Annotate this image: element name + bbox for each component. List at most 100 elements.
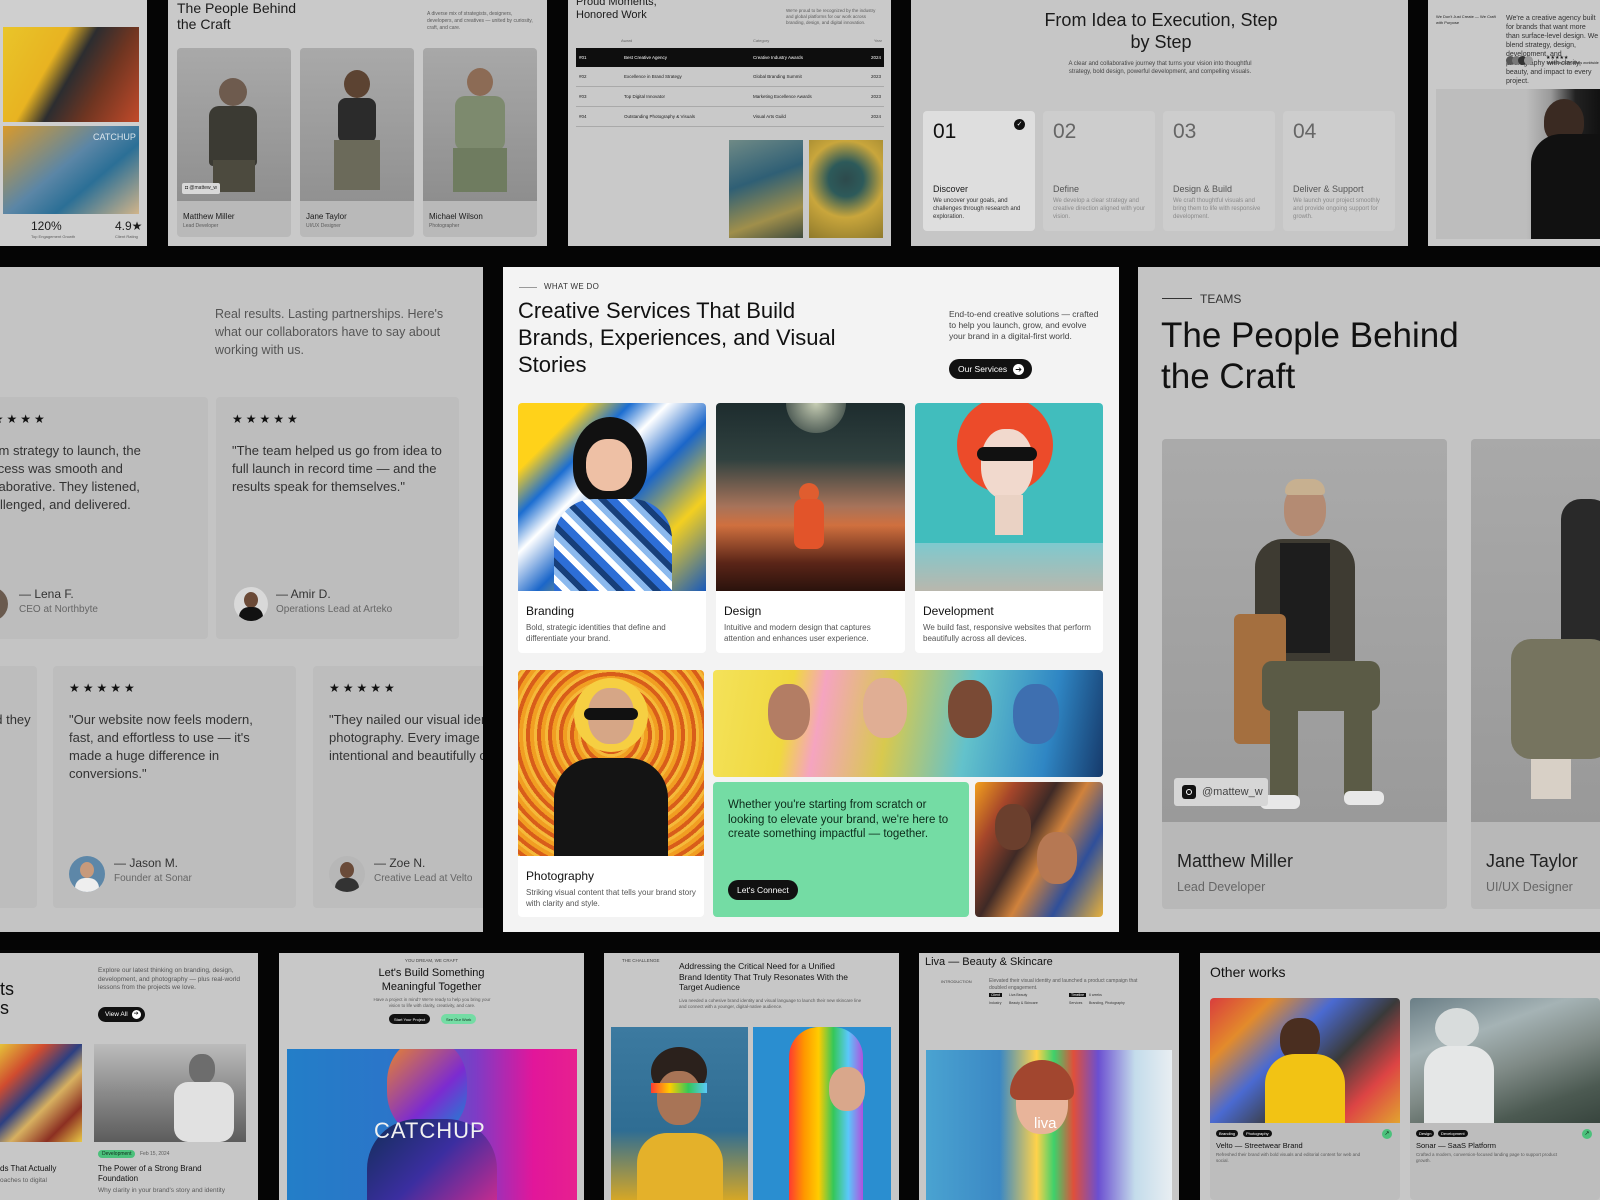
start-project-button[interactable]: Start Your Project [389,1014,431,1024]
instagram-badge[interactable]: @mattew_w [1174,778,1268,806]
challenge-image [753,1027,891,1200]
member-role: Lead Developer [183,223,219,229]
step-desc: We develop a clear strategy and creative… [1053,198,1146,221]
step-number: 01 [933,120,957,143]
see-work-button[interactable]: See Our Work [441,1014,477,1024]
team-card[interactable]: Jane Taylor UI/UX Designer [1471,439,1600,909]
collage-image [975,782,1103,917]
rating-stars: ★★★★★ [69,681,138,695]
process-step-card[interactable]: 01 ✓ Discover We uncover your goals, and… [923,111,1035,231]
lets-connect-button[interactable]: Let's Connect [728,880,798,900]
step-number: 02 [1053,120,1077,143]
testimonial-role: Operations Lead at Arteko [276,604,393,615]
table-row[interactable]: #02 Excellence in Brand Strategy Global … [576,67,884,87]
section-desc: Liva needed a cohesive brand identity an… [679,998,862,1010]
section-eyebrow: WHAT WE DO [544,282,600,291]
blog-tag: Development [98,1150,136,1158]
external-link-icon[interactable]: ↗ [1582,1129,1592,1139]
page-title: Other works [1210,964,1286,980]
section-desc: Elevated their visual identity and launc… [989,978,1138,991]
instagram-badge[interactable]: ◘ @mattew_w [182,183,220,194]
external-link-icon[interactable]: ↗ [1382,1129,1392,1139]
work-tag: Branding [1216,1130,1239,1137]
blog-date: Feb 15, 2024 [140,1151,170,1157]
member-name: Michael Wilson [429,212,483,221]
avatar [69,856,105,892]
team-card[interactable]: @mattew_w Matthew Miller Lead Developer [1162,439,1447,909]
work-desc: Crafted a modern, conversion-focused lan… [1416,1152,1558,1164]
section-desc: End-to-end creative solutions — crafted … [949,309,1099,341]
branding-image [518,403,706,591]
service-card-photography[interactable]: Photography Striking visual content that… [518,670,704,917]
team-card[interactable]: Michael Wilson Photographer [423,48,537,237]
work-tag: Photography [1243,1130,1272,1137]
member-name: Jane Taylor [306,212,347,221]
process-step-card[interactable]: 02 Define We develop a clear strategy an… [1043,111,1155,231]
panel-about: We Don't Just Create — We Craft with Pur… [1428,0,1600,246]
service-card-branding[interactable]: Branding Bold, strategic identities that… [518,403,706,653]
team-card[interactable]: ◘ @mattew_w Matthew Miller Lead Develope… [177,48,291,237]
avatar [234,587,268,621]
page-title: Liva — Beauty & Skincare [925,956,1053,968]
table-row[interactable]: #03 Top Digital Innovator Marketing Exce… [576,87,884,107]
panel-stats: CATCHUP 120% Top Engagement Growth 4.9★ … [0,0,147,246]
panel-teams: TEAMS The People Behind the Craft @matte… [1138,267,1600,932]
photography-image [518,670,704,856]
service-desc: Intuitive and modern design that capture… [724,623,871,643]
eyebrow-line [1162,298,1192,299]
table-row[interactable]: #01 Best Creative Agency Creative Indust… [576,48,884,67]
stat-label: Top Engagement Growth [31,234,76,239]
service-desc: We build fast, responsive websites that … [923,623,1091,643]
table-row[interactable]: #04 Outstanding Photography & Visuals Vi… [576,107,884,127]
service-card-development[interactable]: Development We build fast, responsive we… [915,403,1103,653]
service-card-design[interactable]: Design Intuitive and modern design that … [716,403,905,653]
member-role: UI/UX Designer [1486,880,1573,894]
section-subtitle: A clear and collaborative journey that t… [1068,61,1252,76]
case-hero-image: liva [926,1050,1172,1200]
section-desc: Explore our latest thinking on branding,… [98,967,241,991]
testimonial-card: ★★★★★ "Our website now feels modern, fas… [53,666,296,908]
process-step-card[interactable]: 03 Design & Build We craft thoughtful vi… [1163,111,1275,231]
work-title: Sonar — SaaS Platform [1416,1141,1497,1150]
about-text: We're a creative agency built for brands… [1506,15,1599,85]
member-role: Photographer [429,223,460,229]
step-title: Define [1053,184,1080,194]
service-desc: Bold, strategic identities that define a… [526,623,666,643]
awards-table: #01 Best Creative Agency Creative Indust… [576,48,884,127]
shoe-photo: CATCHUP [3,126,139,214]
panel-other-works: Other works Branding Photography ↗ Velto… [1200,953,1600,1200]
panel-services: WHAT WE DO Creative Services That Build … [503,267,1119,932]
awards-table-header: Award Category Year [621,38,882,43]
work-card[interactable]: Design Development ↗ Sonar — SaaS Platfo… [1410,998,1600,1200]
our-services-button[interactable]: Our Services ➔ [949,359,1033,379]
rating-stars: ★★★★★ [329,681,398,695]
testimonial-role: CEO at Northbyte [19,604,98,615]
team-card[interactable]: Jane Taylor UI/UX Designer [300,48,414,237]
page-title: From Idea to Execution, Step by Step [1044,10,1278,52]
arrow-right-icon: ➔ [131,1010,141,1019]
stat-value: 4.9★ [115,219,143,233]
member-photo [300,48,414,201]
member-name: Jane Taylor [1486,851,1578,871]
work-card[interactable]: Branding Photography ↗ Velto — Streetwea… [1210,998,1400,1200]
section-eyebrow: TEAMS [1200,292,1242,306]
testimonial-name: — Jason M. [114,856,179,870]
testimonial-quote: "They nailed our visual identity and pho… [329,712,483,763]
page-title: Addressing the Critical Need for a Unifi… [679,961,848,992]
testimonial-quote: Their ideas are always fresh, and they t… [0,712,31,727]
work-desc: Refreshed their brand with bold visuals … [1216,1152,1361,1164]
blog-post-desc: oaches to digital [0,1177,47,1184]
work-title: Velto — Streetwear Brand [1216,1141,1303,1150]
challenge-image [611,1027,748,1200]
avatar [329,856,365,892]
rating-stars: ★★★★★ [0,412,48,426]
trusted-text: Trusted by 200+ clients worldwide [1546,61,1599,65]
promo-card: Whether you're starting from scratch or … [713,782,969,917]
blog-post-title: ds That Actually [0,1164,57,1173]
view-all-button[interactable]: View All ➔ [98,1007,145,1022]
process-step-card[interactable]: 04 Deliver & Support We launch your proj… [1283,111,1395,231]
step-title: Deliver & Support [1293,184,1364,194]
page-title: The People Behind the Craft [177,0,297,32]
portrait-photo [3,27,139,122]
section-eyebrow: THE CHALLENGE [622,958,660,963]
